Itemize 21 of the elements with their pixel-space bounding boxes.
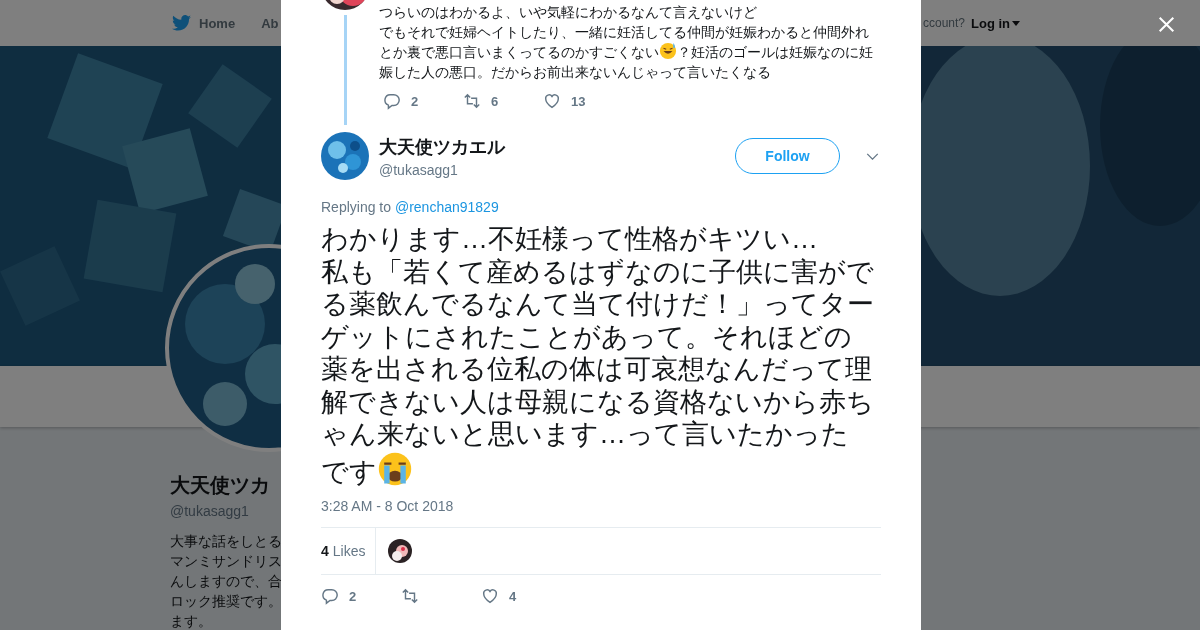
bio-line: ロック推奨です。 <box>170 592 281 611</box>
like-action[interactable]: 4 <box>481 587 561 605</box>
bio-line: 大事な話をしとる <box>170 532 281 551</box>
nav-link[interactable]: Ab <box>261 15 279 31</box>
login-link[interactable]: Log in <box>971 15 1020 31</box>
crying-emoji-icon <box>377 450 413 487</box>
profile-name: 大天使ツカ <box>170 473 270 498</box>
bio-line: ます。 <box>170 612 212 630</box>
timestamp[interactable]: 3:28 AM - 8 Oct 2018 <box>321 498 881 514</box>
speech-bubble-icon[interactable] <box>321 587 339 605</box>
login-prompt: ccount? <box>922 16 965 30</box>
close-icon[interactable] <box>1158 16 1175 33</box>
likes-count[interactable]: 4 Likes <box>321 528 377 574</box>
nav-link[interactable]: Home <box>199 15 236 31</box>
reply-action[interactable]: 2 <box>321 587 401 605</box>
heart-icon[interactable] <box>481 587 499 605</box>
bio-line: んしますので、合 <box>170 572 281 591</box>
caret-icon[interactable] <box>1012 20 1020 26</box>
retweet-icon[interactable] <box>401 587 419 605</box>
bio-line: マンミサンドリス <box>170 552 281 571</box>
profile-handle: @tukasagg1 <box>170 503 249 519</box>
